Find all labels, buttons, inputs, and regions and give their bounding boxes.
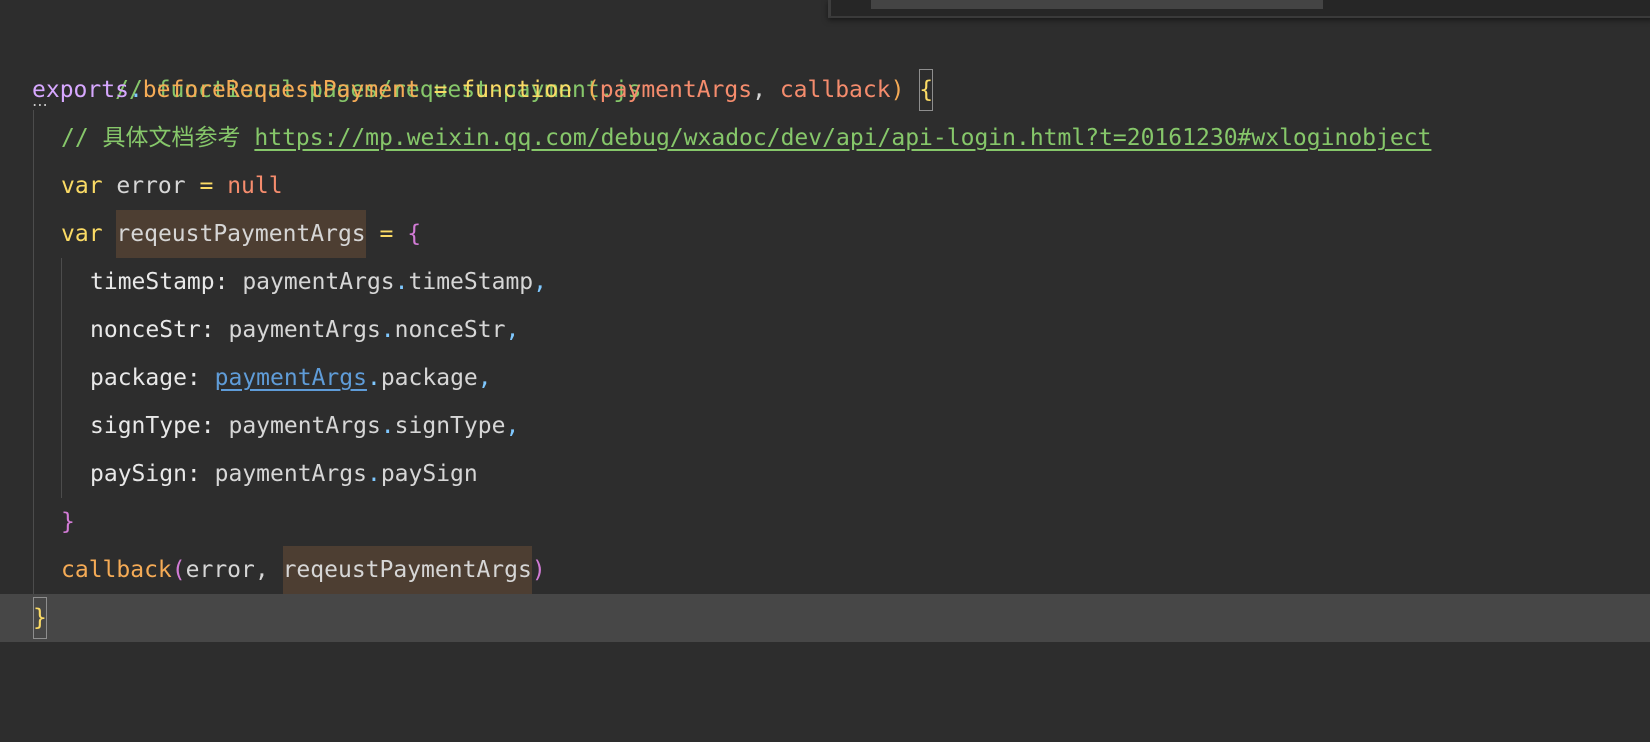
- token-object-ref: paymentArgs: [214, 317, 381, 343]
- token-field: paySign: [380, 461, 478, 487]
- token-var-keyword: var: [61, 173, 103, 199]
- token-field: nonceStr: [394, 317, 506, 343]
- token-function-keyword: function: [461, 77, 573, 103]
- code-line-4[interactable]: var error = null: [0, 162, 1650, 210]
- token-object-ref: paymentArgs: [200, 461, 367, 487]
- code-line-13-current[interactable]: }: [0, 594, 1650, 642]
- code-line-12[interactable]: callback(error, reqeustPaymentArgs): [0, 546, 1650, 594]
- highlighted-variable: reqeustPaymentArgs: [282, 546, 532, 594]
- token-open-paren: (: [572, 77, 600, 103]
- token-var-keyword: var: [61, 221, 103, 247]
- token-prop-key: nonceStr:: [90, 317, 215, 343]
- matched-open-brace: {: [918, 68, 934, 112]
- code-editor[interactable]: // functional-pages/request-payment.js e…: [0, 0, 1650, 742]
- code-line-3[interactable]: // 具体文档参考 https://mp.weixin.qq.com/debug…: [0, 114, 1650, 162]
- token-null: null: [227, 173, 283, 199]
- token-error-arg: error,: [185, 557, 283, 583]
- code-line-10[interactable]: paySign: paymentArgs.paySign: [0, 450, 1650, 498]
- code-line-1[interactable]: // functional-pages/request-payment.js: [0, 18, 1650, 103]
- token-prop-key: paySign:: [90, 461, 201, 487]
- token-callback-call: callback: [61, 557, 172, 583]
- code-line-2[interactable]: exports.beforeRequestPayment = function …: [0, 66, 1650, 114]
- matched-close-brace: }: [32, 596, 48, 640]
- comment-doc-prefix: // 具体文档参考: [61, 125, 255, 151]
- token-close-brace: }: [61, 509, 75, 535]
- token-prop-key: package:: [90, 365, 201, 391]
- token-open-brace: {: [407, 221, 422, 247]
- token-field: package: [380, 365, 478, 391]
- token-prop-key: signType:: [90, 413, 215, 439]
- code-line-6[interactable]: timeStamp: paymentArgs.timeStamp,: [0, 258, 1650, 306]
- code-line-7[interactable]: nonceStr: paymentArgs.nonceStr,: [0, 306, 1650, 354]
- hovered-symbol-link[interactable]: paymentArgs: [215, 365, 367, 391]
- token-method-name: beforeRequestPayment: [142, 77, 420, 103]
- quick-open-panel: [828, 0, 1650, 18]
- token-param-callback: callback: [779, 77, 891, 103]
- code-line-9[interactable]: signType: paymentArgs.signType,: [0, 402, 1650, 450]
- token-object-ref: paymentArgs: [228, 269, 395, 295]
- token-comma: ,: [752, 77, 780, 103]
- highlighted-variable: reqeustPaymentArgs: [116, 210, 366, 258]
- code-line-8[interactable]: package: paymentArgs.package,: [0, 354, 1650, 402]
- code-line-11[interactable]: }: [0, 498, 1650, 546]
- token-assign: =: [419, 77, 462, 103]
- token-assign: =: [365, 221, 408, 247]
- token-prop-key: timeStamp:: [90, 269, 229, 295]
- token-close-paren: ): [890, 77, 919, 103]
- token-field: signType: [394, 413, 506, 439]
- quick-open-input[interactable]: [871, 0, 1323, 9]
- code-line-5[interactable]: var reqeustPaymentArgs = {: [0, 210, 1650, 258]
- token-object-ref: paymentArgs: [214, 413, 381, 439]
- token-param-paymentargs: paymentArgs: [599, 77, 753, 103]
- token-dot: .: [128, 77, 143, 103]
- token-error-name: error: [102, 173, 200, 199]
- token-field: timeStamp: [408, 269, 534, 295]
- doc-url-link[interactable]: https://mp.weixin.qq.com/debug/wxadoc/de…: [254, 125, 1431, 151]
- token-assign: =: [199, 173, 228, 199]
- fold-marker-icon[interactable]: ⋯: [32, 97, 49, 113]
